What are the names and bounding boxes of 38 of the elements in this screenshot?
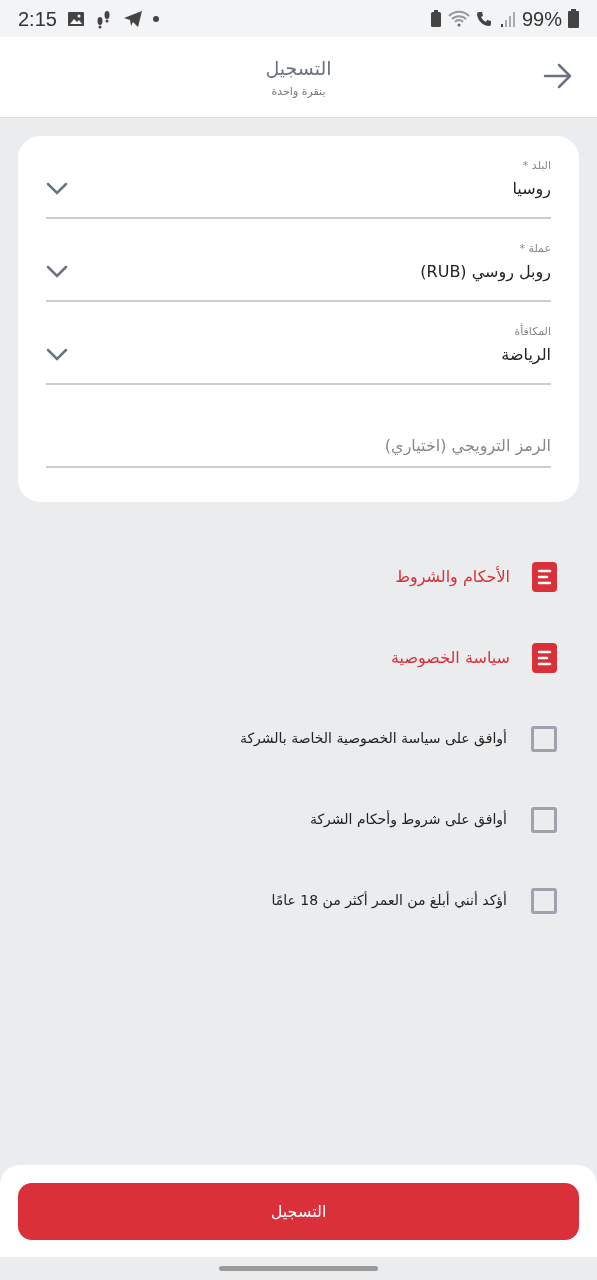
back-button[interactable]	[543, 63, 573, 89]
document-link[interactable]: سياسة الخصوصية	[391, 645, 510, 670]
page-subtitle: بنقرة واحدة	[271, 84, 326, 100]
chevron-down-icon	[46, 348, 68, 361]
image-icon	[66, 10, 85, 27]
checkbox-label: أوافق على سياسة الخصوصية الخاصة بالشركة	[239, 728, 507, 749]
signal-icon	[499, 9, 516, 28]
promo-code-field[interactable]: الرمز الترويجي (اختياري)	[46, 424, 551, 468]
checkbox-label: أوافق على شروط وأحكام الشركة	[309, 809, 507, 830]
document-link[interactable]: الأحكام والشروط	[395, 564, 510, 589]
field-value: روسيا	[512, 177, 551, 201]
battery-level: 99%	[521, 6, 562, 32]
checkbox[interactable]	[531, 725, 557, 752]
page-title: التسجيل	[265, 55, 332, 81]
checkbox[interactable]	[531, 806, 557, 833]
call-icon	[475, 9, 494, 28]
arrow-right-icon	[543, 63, 573, 89]
select-field[interactable]: البلد * روسيا	[46, 158, 551, 219]
chevron-down-icon	[46, 265, 68, 278]
register-button[interactable]: التسجيل	[18, 1183, 579, 1240]
document-icon	[532, 561, 557, 592]
field-value: الرياضة	[501, 343, 551, 367]
field-label: عملة *	[518, 241, 551, 257]
checkbox[interactable]	[531, 887, 557, 914]
status-time: 2:15	[18, 6, 57, 32]
select-field[interactable]: عملة * روبل روسي (RUB)	[46, 241, 551, 302]
send-icon	[122, 9, 143, 28]
battery-icon	[568, 9, 579, 28]
field-label: المكافأة	[513, 324, 551, 340]
chevron-down-icon	[46, 182, 68, 195]
battery-saver-icon	[429, 9, 442, 28]
field-value: روبل روسي (RUB)	[420, 260, 551, 284]
field-label: البلد *	[521, 158, 551, 174]
select-field[interactable]: المكافأة الرياضة	[46, 324, 551, 385]
wifi-icon	[447, 9, 470, 28]
document-icon	[532, 642, 557, 673]
dot-icon	[152, 15, 159, 22]
checkbox-label: أؤكد أنني أبلغ من العمر أكثر من 18 عامًا	[271, 890, 507, 911]
